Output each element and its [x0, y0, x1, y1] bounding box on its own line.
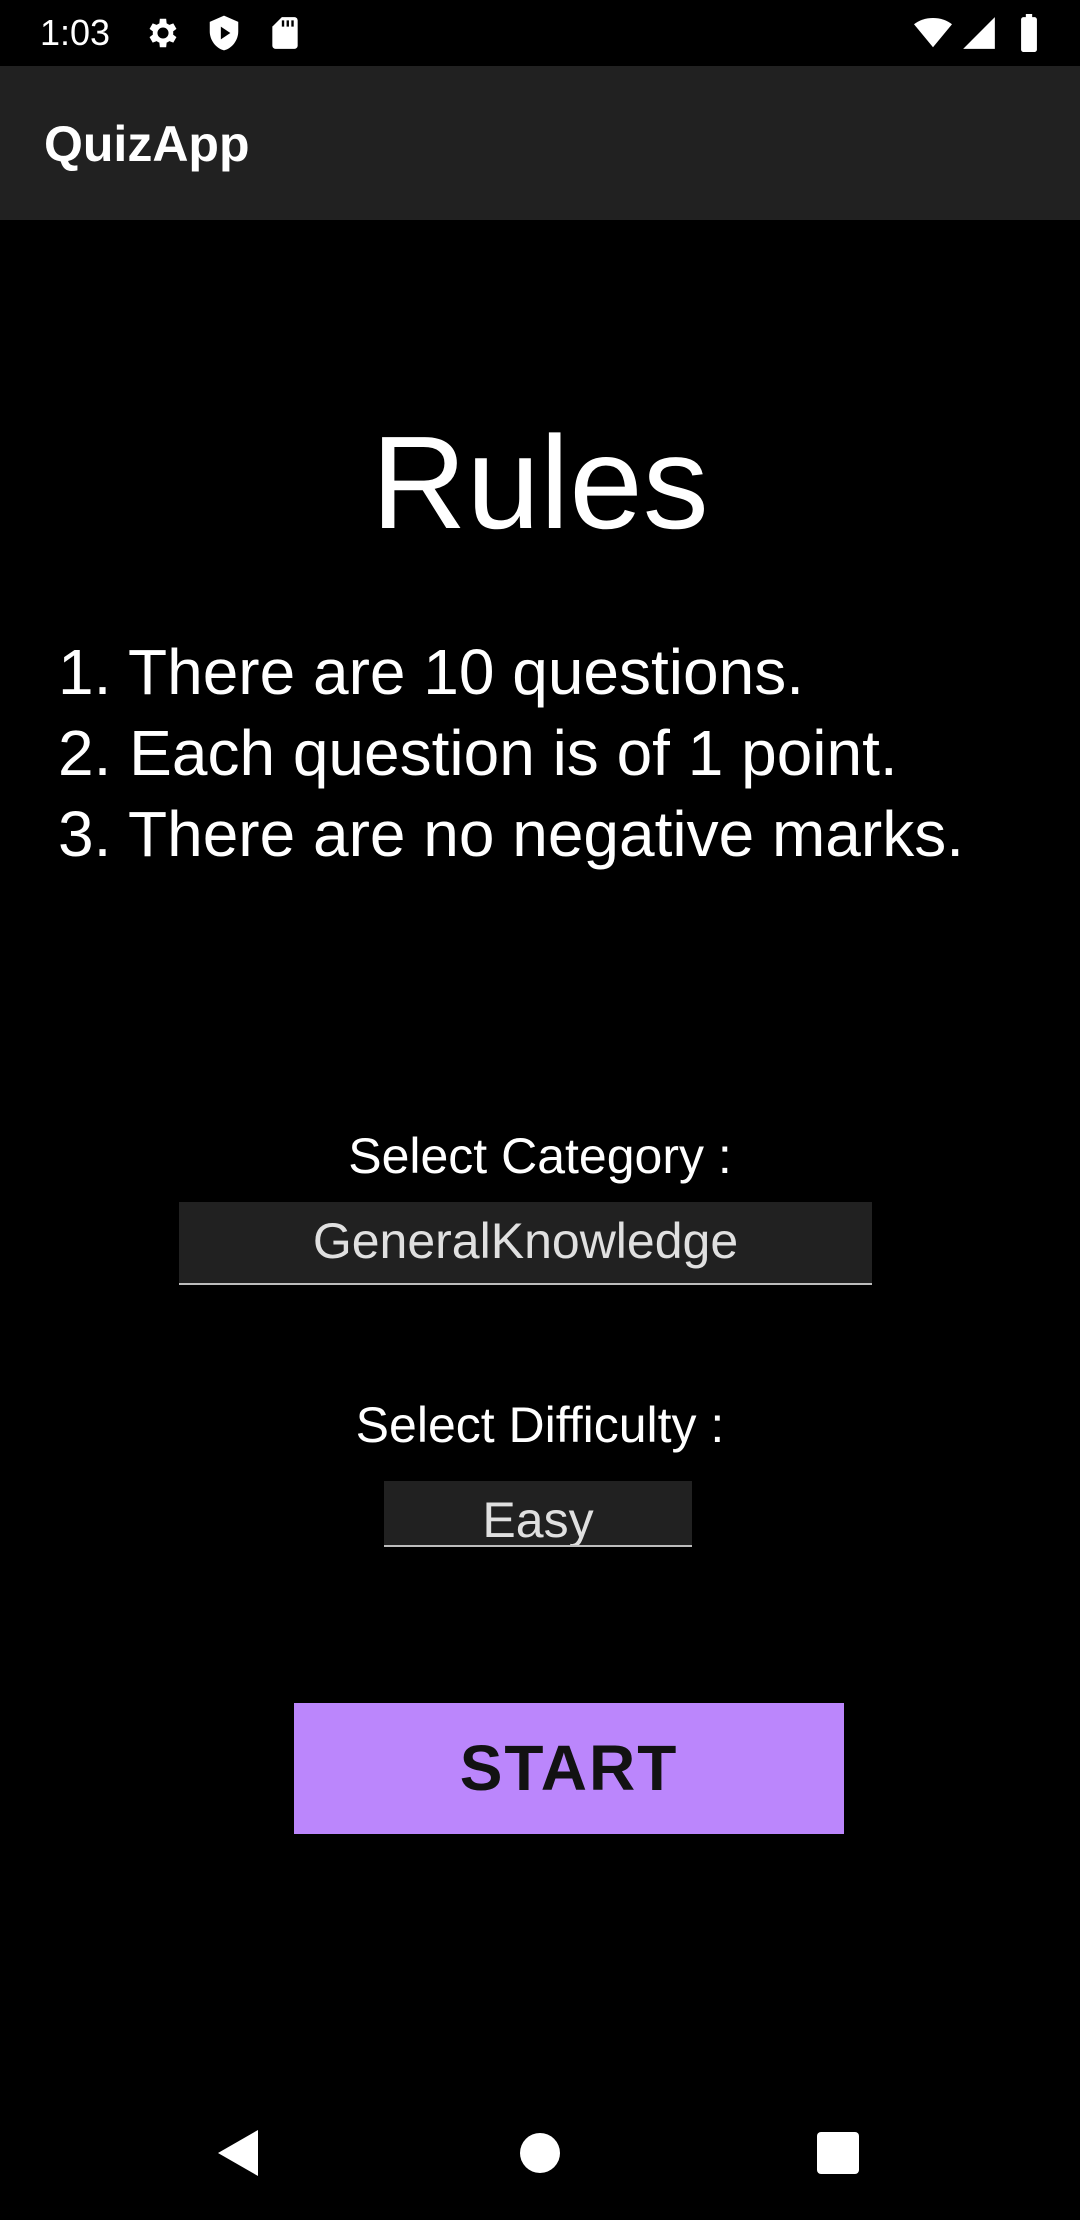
category-selected-value: GeneralKnowledge — [312, 1213, 739, 1269]
difficulty-selected-value: Easy — [482, 1492, 594, 1547]
shield-play-icon — [209, 15, 239, 51]
sd-card-icon — [272, 17, 298, 49]
rules-list: 1. There are 10 questions. 2. Each quest… — [58, 632, 1068, 875]
app-title: QuizApp — [44, 116, 250, 172]
rule-item: 2. Each question is of 1 point. — [58, 717, 898, 789]
app-bar: QuizApp — [0, 66, 1080, 220]
rules-heading: Rules — [371, 409, 709, 556]
battery-icon — [1021, 14, 1037, 52]
status-time: 1:03 — [40, 12, 111, 53]
back-icon[interactable] — [195, 2108, 285, 2198]
status-bar: 1:03 — [0, 0, 1080, 66]
wifi-icon — [914, 17, 952, 48]
rule-item: 1. There are 10 questions. — [58, 636, 804, 708]
gear-icon — [149, 18, 177, 48]
difficulty-label: Select Difficulty : — [355, 1397, 725, 1453]
difficulty-spinner[interactable]: Easy — [384, 1481, 692, 1547]
recents-icon[interactable] — [793, 2108, 883, 2198]
cell-signal-icon — [963, 17, 995, 49]
home-icon[interactable] — [495, 2108, 585, 2198]
category-label: Select Category : — [348, 1128, 732, 1184]
rule-item: 3. There are no negative marks. — [58, 798, 964, 870]
category-spinner[interactable]: GeneralKnowledge — [179, 1202, 872, 1285]
start-button[interactable]: START — [294, 1703, 844, 1834]
navigation-bar — [0, 2088, 1080, 2220]
